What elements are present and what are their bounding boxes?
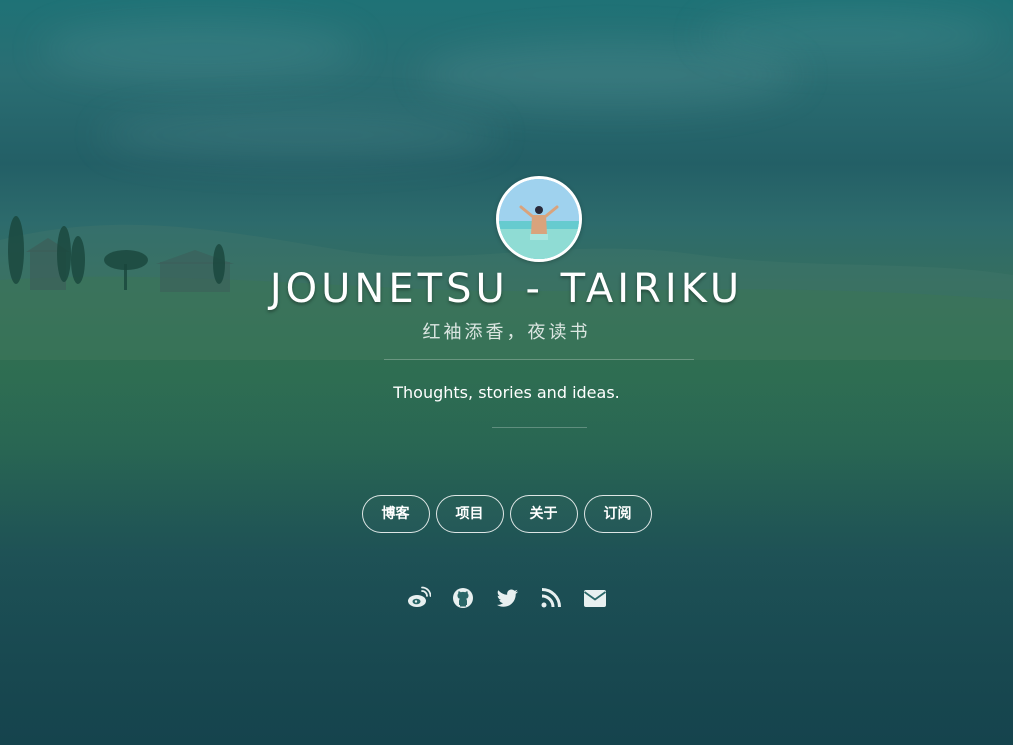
twitter-icon (496, 589, 518, 607)
site-subtitle: 红袖添香，夜读书 (422, 322, 591, 343)
github-link[interactable] (451, 586, 475, 610)
rss-link[interactable] (539, 586, 563, 610)
site-tagline: Thoughts, stories and ideas. (393, 383, 620, 402)
nav-projects-button[interactable]: 项目 (435, 495, 504, 533)
nav-about-button[interactable]: 关于 (509, 495, 578, 533)
main-nav: 博客 项目 关于 订阅 (0, 495, 1013, 533)
hero-section: JOUNETSU - TAIRIKU 红袖添香，夜读书 Thoughts, st… (0, 0, 1013, 745)
avatar[interactable] (496, 176, 582, 262)
nav-subscribe-button[interactable]: 订阅 (583, 495, 652, 533)
email-icon (583, 590, 606, 607)
weibo-link[interactable] (407, 586, 431, 610)
divider-short (492, 427, 587, 428)
divider (384, 359, 694, 360)
github-icon (452, 588, 473, 608)
avatar-photo (499, 179, 579, 259)
nav-blog-button[interactable]: 博客 (361, 495, 430, 533)
email-link[interactable] (583, 586, 607, 610)
twitter-link[interactable] (495, 586, 519, 610)
rss-icon (541, 588, 561, 608)
social-links (0, 586, 1013, 610)
weibo-icon (407, 586, 431, 607)
site-title: JOUNETSU - TAIRIKU (269, 266, 744, 312)
